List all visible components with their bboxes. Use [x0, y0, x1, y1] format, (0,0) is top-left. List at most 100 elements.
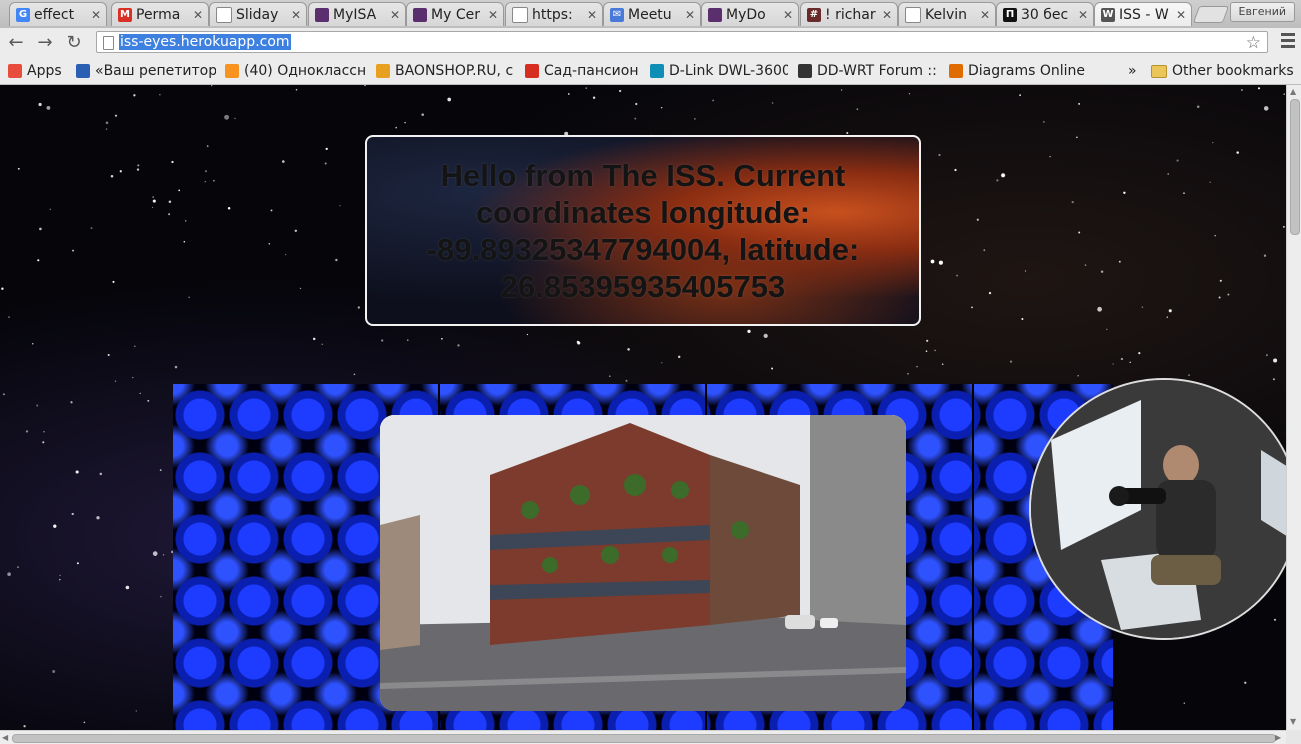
odnoklassniki-icon — [225, 64, 239, 78]
browser-tab[interactable]: Sliday ✕ — [209, 2, 307, 26]
dlink-icon — [650, 64, 664, 78]
app-icon — [315, 7, 329, 22]
close-tab-icon[interactable]: ✕ — [90, 8, 102, 22]
scrollbar-corner — [1286, 730, 1301, 744]
bookmark-label: Diagrams Online — [968, 63, 1086, 79]
vertical-scroll-thumb[interactable] — [1290, 99, 1300, 235]
browser-tab[interactable]: My Cer ✕ — [406, 2, 504, 26]
bookmark-item[interactable]: «Ваш репетитор» — [76, 62, 216, 80]
bookmark-star-icon[interactable]: ☆ — [1246, 33, 1261, 53]
tab-title: effect — [34, 6, 75, 23]
close-tab-icon[interactable]: ✕ — [1077, 8, 1089, 22]
ddwrt-icon — [798, 64, 812, 78]
profile-button[interactable]: Евгений — [1229, 2, 1295, 22]
tab-title: MyISA — [333, 6, 377, 23]
close-tab-icon[interactable]: ✕ — [1175, 8, 1187, 22]
bookmark-item[interactable]: BAONSHOP.RU, с — [376, 62, 516, 80]
mail-icon: ✉ — [610, 7, 624, 22]
menu-icon[interactable] — [1281, 33, 1295, 51]
close-tab-icon[interactable]: ✕ — [290, 8, 302, 22]
close-tab-icon[interactable]: ✕ — [192, 8, 204, 22]
tab-title: My Cer — [431, 6, 480, 23]
bookmark-label: Apps — [27, 63, 62, 79]
folder-icon — [1151, 64, 1167, 78]
wiki-icon: W — [1101, 7, 1115, 22]
back-arrow-icon[interactable]: ← — [5, 32, 27, 54]
close-tab-icon[interactable]: ✕ — [881, 8, 893, 22]
scroll-right-icon[interactable]: ▶ — [1275, 733, 1281, 742]
tab-title: Meetu — [628, 6, 672, 23]
address-text[interactable]: iss-eyes.herokuapp.com — [119, 34, 291, 50]
tab-title: Perma — [136, 6, 181, 23]
browser-tab[interactable]: W ISS - W ✕ — [1094, 2, 1192, 26]
browser-tab[interactable]: M Perma ✕ — [111, 2, 209, 26]
app-icon — [708, 7, 722, 22]
browser-tab[interactable]: MyISA ✕ — [308, 2, 406, 26]
diagrams-icon — [949, 64, 963, 78]
address-bar[interactable]: iss-eyes.herokuapp.com ☆ — [96, 31, 1268, 53]
browser-tab[interactable]: Geffect ✕ — [9, 2, 107, 26]
tab-title: https: — [532, 6, 573, 23]
bookmark-item[interactable]: Apps — [8, 62, 66, 80]
close-tab-icon[interactable]: ✕ — [684, 8, 696, 22]
iss-cupola-photo — [1029, 378, 1286, 640]
tab-title: 30 бес — [1021, 6, 1069, 23]
tile-divider — [972, 384, 974, 730]
vertical-scrollbar[interactable]: ▲ ▼ — [1286, 85, 1301, 730]
close-tab-icon[interactable]: ✕ — [389, 8, 401, 22]
tab-title: MyDo — [726, 6, 766, 23]
app-icon — [413, 7, 427, 22]
tab-title: Sliday — [236, 6, 279, 23]
shield-icon — [525, 64, 539, 78]
browser-tab[interactable]: https: ✕ — [505, 2, 603, 26]
gmail-icon: M — [118, 7, 132, 22]
page-icon — [905, 6, 921, 23]
overflow-label: » — [1128, 63, 1137, 79]
tab-title: Kelvin — [925, 6, 968, 23]
browser-tab[interactable]: Kelvin ✕ — [898, 2, 996, 26]
close-tab-icon[interactable]: ✕ — [487, 8, 499, 22]
tab-title: ! richar — [825, 6, 876, 23]
mail-icon — [376, 64, 390, 78]
bookmark-item[interactable]: D-Link DWL-3600 — [650, 62, 788, 80]
horizontal-scroll-thumb[interactable] — [12, 734, 1276, 743]
close-tab-icon[interactable]: ✕ — [586, 8, 598, 22]
browser-tab[interactable]: Π 30 бес ✕ — [996, 2, 1094, 26]
bookmarks-overflow-button[interactable]: » — [1128, 62, 1137, 80]
close-tab-icon[interactable]: ✕ — [979, 8, 991, 22]
other-bookmarks-folder[interactable]: Other bookmarks — [1151, 62, 1294, 80]
bookmark-item[interactable]: Diagrams Online — [949, 62, 1117, 80]
page-icon — [512, 6, 528, 23]
scroll-up-icon[interactable]: ▲ — [1290, 87, 1296, 96]
bookmark-item[interactable]: (40) Одноклассн — [225, 62, 365, 80]
browser-tab[interactable]: ✉ Meetu ✕ — [603, 2, 701, 26]
tab-strip: W ISS - W ✕ Π 30 бес ✕ Kelvin ✕ #! richar ✕ MyDo ✕ ✉… — [0, 0, 1301, 28]
page-icon — [103, 36, 114, 50]
hash-icon: # — [807, 7, 821, 22]
apps-grid-icon — [8, 64, 22, 78]
forward-arrow-icon[interactable]: → — [34, 32, 56, 54]
tile-icon: Π — [1003, 7, 1017, 22]
bookmark-label: DD-WRT Forum :: — [817, 63, 937, 79]
bookmarks-bar: Diagrams Online DD-WRT Forum :: D-Link DWL… — [0, 58, 1301, 85]
close-tab-icon[interactable]: ✕ — [782, 8, 794, 22]
other-bookmarks-label: Other bookmarks — [1172, 63, 1294, 79]
bookmark-label: «Ваш репетитор» — [95, 63, 216, 79]
page-icon — [216, 6, 232, 23]
bookmark-item[interactable]: Сад-пансион — [525, 62, 640, 80]
bookmark-label: D-Link DWL-3600 — [669, 63, 788, 79]
scroll-down-icon[interactable]: ▼ — [1290, 717, 1296, 726]
bookmark-item[interactable]: DD-WRT Forum :: — [798, 62, 938, 80]
bookmark-label: (40) Одноклассн — [244, 63, 365, 79]
horizontal-scrollbar[interactable]: ◀ ▶ — [0, 730, 1286, 744]
bp-icon — [76, 64, 90, 78]
page-viewport: Hello from The ISS. Current coordinates … — [0, 85, 1286, 730]
browser-tab[interactable]: # ! richar ✕ — [800, 2, 898, 26]
new-tab-button[interactable] — [1192, 6, 1230, 23]
scroll-left-icon[interactable]: ◀ — [2, 733, 8, 742]
reload-icon[interactable]: ↻ — [63, 32, 85, 54]
browser-tab[interactable]: MyDo ✕ — [701, 2, 799, 26]
tab-title: ISS - W — [1119, 6, 1169, 23]
bookmark-label: BAONSHOP.RU, с — [395, 63, 514, 79]
google-icon: G — [16, 7, 30, 22]
